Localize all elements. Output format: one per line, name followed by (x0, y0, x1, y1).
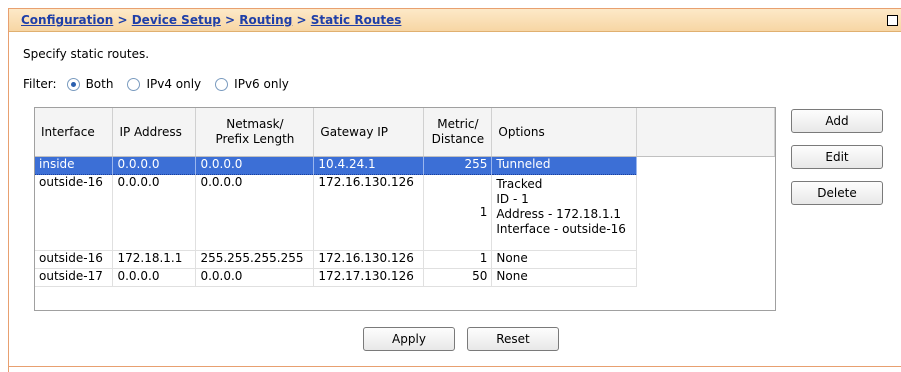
column-header-options[interactable]: Options (491, 108, 638, 157)
table-row[interactable]: outside-16 172.18.1.1 255.255.255.255 17… (35, 250, 775, 269)
filter-group: Filter: Both IPv4 only IPv6 only (23, 77, 289, 91)
cell-gateway: 10.4.24.1 (313, 156, 425, 175)
cell-ip-address: 0.0.0.0 (112, 174, 197, 251)
title-bar: Configuration > Device Setup > Routing >… (9, 9, 901, 32)
column-header-interface[interactable]: Interface (35, 108, 114, 157)
radio-unchecked-icon[interactable] (127, 77, 141, 91)
cell-metric: 50 (423, 268, 493, 287)
option-line: Address - 172.18.1.1 (496, 207, 622, 221)
breadcrumb-routing[interactable]: Routing (239, 13, 292, 27)
table-row[interactable]: inside 0.0.0.0 0.0.0.0 10.4.24.1 255 Tun… (35, 156, 775, 175)
cell-ip-address: 172.18.1.1 (112, 250, 197, 269)
cell-options: Tunneled (491, 156, 638, 175)
routes-table-container: Interface IP Address Netmask/ Prefix Len… (34, 107, 776, 311)
breadcrumb: Configuration > Device Setup > Routing >… (21, 13, 401, 27)
breadcrumb-static-routes[interactable]: Static Routes (311, 13, 402, 27)
routes-table: Interface IP Address Netmask/ Prefix Len… (35, 108, 775, 287)
column-header-metric[interactable]: Metric/ Distance (423, 108, 493, 157)
cell-interface: inside (35, 156, 114, 175)
filter-option-ipv4[interactable]: IPv4 only (127, 77, 201, 91)
radio-unchecked-icon[interactable] (215, 77, 229, 91)
column-header-empty (636, 108, 775, 157)
cell-empty (636, 156, 775, 175)
option-line: Interface - outside-16 (496, 222, 626, 236)
filter-option-label: IPv4 only (146, 77, 202, 91)
cell-options: None (491, 268, 638, 287)
metric-header-line1: Metric/ (437, 117, 479, 131)
maximize-icon[interactable] (887, 15, 898, 26)
cell-metric: 1 (423, 174, 493, 251)
breadcrumb-separator: > (225, 13, 236, 27)
apply-button[interactable]: Apply (363, 327, 455, 351)
cell-interface: outside-16 (35, 250, 114, 269)
cell-options: Tracked ID - 1 Address - 172.18.1.1 Inte… (491, 174, 638, 251)
edit-button[interactable]: Edit (791, 145, 883, 169)
filter-option-label: IPv6 only (234, 77, 289, 91)
filter-option-both[interactable]: Both (66, 77, 114, 91)
metric-header-line2: Distance (431, 132, 485, 146)
cell-netmask: 0.0.0.0 (195, 174, 315, 251)
option-line: ID - 1 (496, 192, 529, 206)
table-row[interactable]: outside-16 0.0.0.0 0.0.0.0 172.16.130.12… (35, 174, 775, 251)
filter-option-label: Both (85, 77, 114, 91)
cell-gateway: 172.16.130.126 (313, 250, 425, 269)
cell-netmask: 255.255.255.255 (195, 250, 315, 269)
column-header-gateway-ip[interactable]: Gateway IP (313, 108, 425, 157)
column-header-netmask[interactable]: Netmask/ Prefix Length (195, 108, 315, 157)
cell-ip-address: 0.0.0.0 (112, 156, 197, 175)
column-header-ip-address[interactable]: IP Address (112, 108, 197, 157)
delete-button[interactable]: Delete (791, 181, 883, 205)
cell-metric: 1 (423, 250, 493, 269)
panel-bottom-border (8, 366, 901, 367)
cell-interface: outside-17 (35, 268, 114, 287)
reset-button[interactable]: Reset (467, 327, 559, 351)
breadcrumb-separator: > (117, 13, 128, 27)
cell-interface: outside-16 (35, 174, 114, 251)
cell-metric: 255 (423, 156, 493, 175)
cell-ip-address: 0.0.0.0 (112, 268, 197, 287)
option-line: Tracked (496, 177, 543, 191)
table-header-row: Interface IP Address Netmask/ Prefix Len… (35, 108, 775, 157)
cell-empty (637, 269, 775, 287)
cell-netmask: 0.0.0.0 (195, 156, 315, 175)
add-button[interactable]: Add (791, 109, 883, 133)
filter-label: Filter: (23, 77, 57, 91)
cell-gateway: 172.16.130.126 (313, 174, 425, 251)
cell-empty (637, 251, 775, 269)
filter-option-ipv6[interactable]: IPv6 only (215, 77, 289, 91)
breadcrumb-separator: > (296, 13, 307, 27)
cell-netmask: 0.0.0.0 (195, 268, 315, 287)
page-description: Specify static routes. (23, 47, 150, 61)
breadcrumb-configuration[interactable]: Configuration (21, 13, 113, 27)
radio-checked-icon[interactable] (66, 77, 80, 91)
table-row[interactable]: outside-17 0.0.0.0 0.0.0.0 172.17.130.12… (35, 268, 775, 287)
netmask-header-line1: Netmask/ (226, 117, 284, 131)
cell-empty (637, 175, 775, 251)
breadcrumb-device-setup[interactable]: Device Setup (132, 13, 221, 27)
cell-gateway: 172.17.130.126 (313, 268, 425, 287)
netmask-header-line2: Prefix Length (215, 132, 295, 146)
cell-options: None (491, 250, 638, 269)
